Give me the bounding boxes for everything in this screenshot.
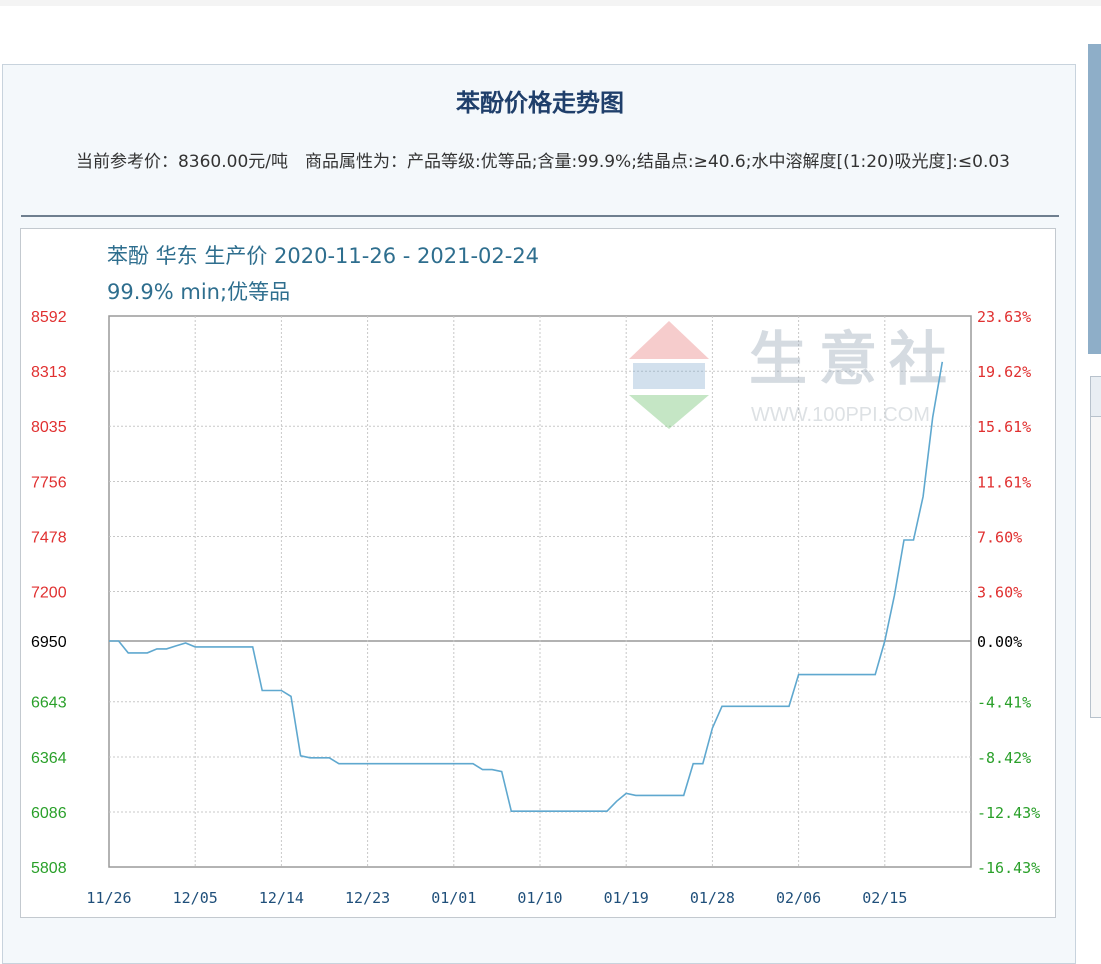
- y-tick-label: 6086: [31, 805, 67, 822]
- right-side-panel: [1090, 376, 1101, 718]
- y-tick-label: 6364: [31, 750, 67, 767]
- top-bar: [0, 0, 1101, 6]
- x-tick-label: 12/05: [173, 889, 218, 907]
- y-tick-label: 7200: [31, 585, 67, 602]
- chart-title: 苯酚 华东 生产价 2020-11-26 - 2021-02-24: [107, 244, 539, 268]
- right-side-panel-header: [1091, 377, 1101, 417]
- y-right-tick-label: 19.62%: [977, 363, 1031, 381]
- watermark-url: WWW.100PPI.COM: [751, 404, 930, 426]
- y-right-tick-label: 7.60%: [977, 528, 1022, 546]
- y-right-tick-label: 3.60%: [977, 584, 1022, 602]
- y-right-tick-label: 23.63%: [977, 308, 1031, 326]
- y-tick-label: 6643: [31, 695, 67, 712]
- page-title: 苯酚价格走势图: [456, 89, 624, 117]
- x-tick-label: 01/01: [431, 889, 476, 907]
- y-right-tick-label: -8.42%: [977, 749, 1031, 767]
- right-scroll-strip[interactable]: [1088, 44, 1101, 354]
- y-tick-label: 5808: [31, 860, 67, 877]
- x-tick-label: 02/06: [776, 889, 821, 907]
- x-tick-label: 01/10: [517, 889, 562, 907]
- y-right-tick-label: -12.43%: [977, 804, 1040, 822]
- price-chart: 8592 8313 8035 7756 7478 7200 6950 6643 6364 6086…: [31, 244, 1040, 907]
- y-tick-label: 7756: [31, 474, 67, 491]
- watermark-body: [633, 363, 705, 389]
- y-right-tick-label: 15.61%: [977, 418, 1031, 436]
- y-tick-label: 8592: [31, 309, 67, 326]
- y-right-tick-label: 0.00%: [977, 633, 1022, 651]
- y-tick-label: 6950: [31, 634, 67, 651]
- x-tick-label: 11/26: [86, 889, 131, 907]
- x-tick-label: 12/14: [259, 889, 304, 907]
- chart-subtitle: 99.9% min;优等品: [107, 280, 290, 304]
- x-tick-label: 12/23: [345, 889, 390, 907]
- y-tick-label: 7478: [31, 529, 67, 546]
- y-right-tick-label: 11.61%: [977, 473, 1031, 491]
- x-tick-label: 01/19: [604, 889, 649, 907]
- divider: [21, 215, 1059, 217]
- y-tick-label: 8035: [31, 419, 67, 436]
- price-info: 当前参考价：8360.00元/吨 商品属性为：产品等级:优等品;含量:99.9%…: [75, 152, 1011, 172]
- x-tick-label: 02/15: [862, 889, 907, 907]
- watermark-text: 生意社: [749, 325, 959, 393]
- y-tick-label: 8313: [31, 364, 67, 381]
- chart-container: 8592 8313 8035 7756 7478 7200 6950 6643 6364 6086…: [20, 228, 1056, 918]
- y-right-tick-label: -4.41%: [977, 694, 1031, 712]
- x-tick-label: 01/28: [690, 889, 735, 907]
- watermark-logo: 生意社 WWW.100PPI.COM: [629, 321, 959, 429]
- y-right-tick-label: -16.43%: [977, 859, 1040, 877]
